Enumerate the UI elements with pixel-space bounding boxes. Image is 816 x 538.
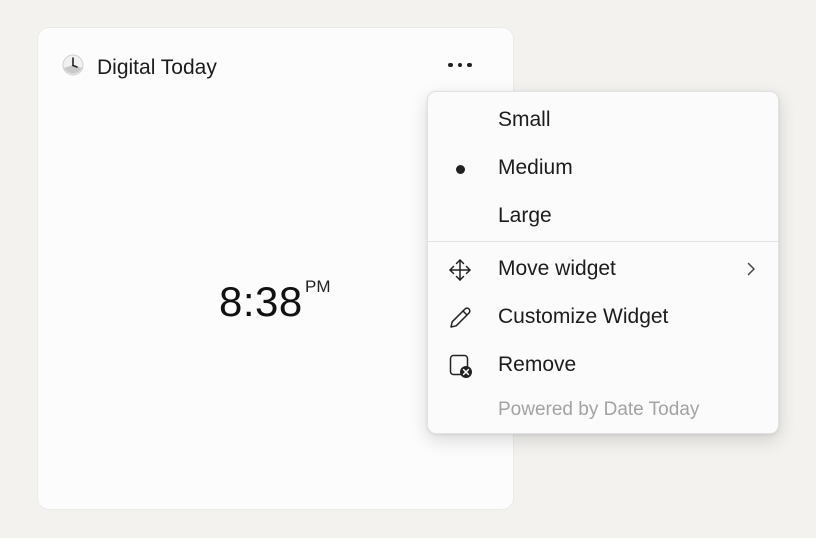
menu-item-medium[interactable]: Medium bbox=[433, 146, 773, 190]
pencil-icon bbox=[447, 305, 473, 331]
more-dot bbox=[467, 62, 472, 68]
chevron-right-icon bbox=[743, 261, 759, 277]
remove-icon bbox=[447, 353, 473, 379]
menu-item-large[interactable]: Large bbox=[433, 194, 773, 238]
widget-title: Digital Today bbox=[97, 56, 217, 79]
menu-item-small[interactable]: Small bbox=[433, 98, 773, 142]
clock-display: 8:38 PM bbox=[219, 278, 331, 326]
clock-icon bbox=[62, 54, 84, 76]
widget-context-menu: Small Medium Large Move widget Customize… bbox=[427, 91, 779, 434]
menu-item-label: Customize Widget bbox=[498, 305, 669, 328]
move-icon bbox=[447, 257, 473, 283]
menu-item-label: Medium bbox=[498, 156, 573, 179]
more-dot bbox=[457, 62, 463, 68]
more-options-button[interactable] bbox=[438, 50, 482, 80]
clock-time: 8:38 bbox=[219, 278, 303, 325]
menu-item-customize-widget[interactable]: Customize Widget bbox=[433, 295, 773, 339]
menu-item-label: Remove bbox=[498, 353, 577, 376]
menu-item-move-widget[interactable]: Move widget bbox=[433, 247, 773, 291]
clock-ampm: PM bbox=[305, 277, 331, 296]
desktop-stage: Digital Today 8:38 PM Small Medium Large bbox=[0, 0, 816, 538]
menu-divider bbox=[428, 241, 778, 242]
menu-item-label: Move widget bbox=[498, 257, 616, 280]
menu-item-remove[interactable]: Remove bbox=[433, 343, 773, 387]
radio-selected-icon bbox=[447, 156, 473, 182]
menu-item-label: Small bbox=[498, 108, 551, 131]
powered-by-text: Powered by Date Today bbox=[498, 399, 700, 420]
more-horizontal-icon bbox=[448, 62, 453, 68]
menu-item-label: Large bbox=[498, 204, 552, 227]
